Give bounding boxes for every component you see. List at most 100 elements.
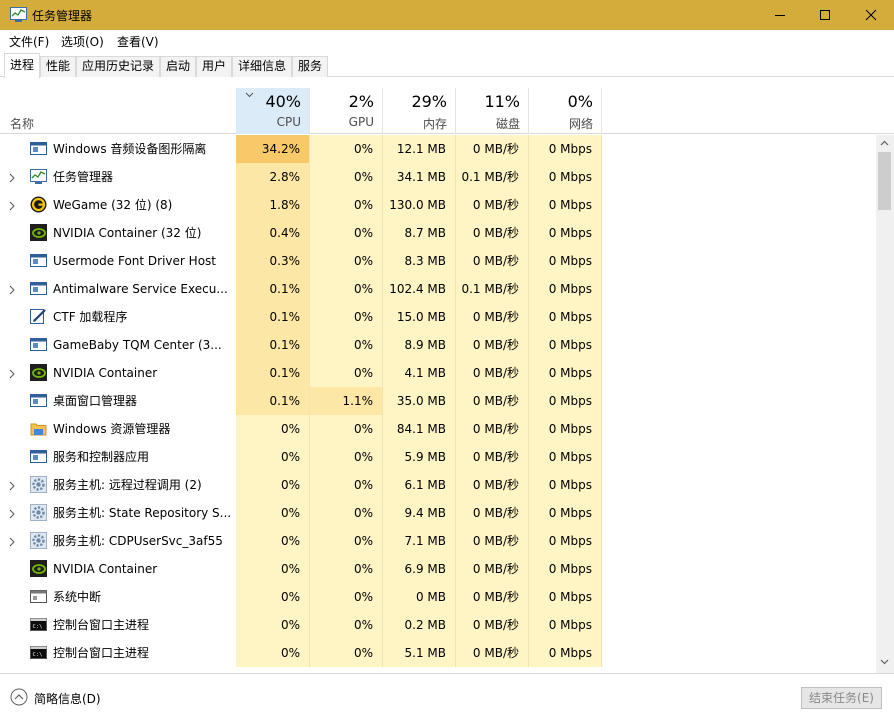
process-row[interactable]: GameBaby TQM Center (3... 0.1% 0% 8.9 MB 0 M…	[0, 331, 876, 359]
chevron-right-icon[interactable]	[9, 368, 15, 382]
maximize-button[interactable]	[802, 0, 848, 30]
column-disk[interactable]: 11% 磁盘	[456, 88, 529, 134]
scroll-up-arrow-icon[interactable]	[880, 140, 889, 146]
process-row[interactable]: 桌面窗口管理器 0.1% 1.1% 35.0 MB 0 MB/秒 0 Mbps	[0, 387, 876, 415]
process-name: CTF 加载程序	[53, 310, 128, 324]
process-row[interactable]: Windows 资源管理器 0% 0% 84.1 MB 0 MB/秒 0 Mbps	[0, 415, 876, 443]
process-name-cell[interactable]: 任务管理器	[0, 163, 236, 191]
process-name: NVIDIA Container (32 位)	[53, 226, 202, 240]
tab-app-history[interactable]: 应用历史记录	[76, 56, 160, 77]
process-name-cell[interactable]: 服务主机: 远程过程调用 (2)	[0, 471, 236, 499]
process-row[interactable]: C:\ 控制台窗口主进程 0% 0% 5.1 MB 0 MB/秒 0 Mbps	[0, 639, 876, 667]
network-cell: 0 Mbps	[529, 611, 602, 639]
process-name-cell[interactable]: 系统中断	[0, 583, 236, 611]
process-row[interactable]: NVIDIA Container 0.1% 0% 4.1 MB 0 MB/秒 0 Mbps	[0, 359, 876, 387]
chevron-right-icon[interactable]	[9, 284, 15, 298]
menu-file[interactable]: 文件(F)	[9, 33, 49, 50]
menu-options[interactable]: 选项(O)	[61, 33, 104, 50]
process-row[interactable]: NVIDIA Container 0% 0% 6.9 MB 0 MB/秒 0 Mbps	[0, 555, 876, 583]
scroll-thumb[interactable]	[878, 152, 891, 210]
column-network[interactable]: 0% 网络	[529, 88, 602, 134]
process-row[interactable]: CTF 加载程序 0.1% 0% 15.0 MB 0 MB/秒 0 Mbps	[0, 303, 876, 331]
fewer-details-link[interactable]: 简略信息(D)	[34, 690, 101, 707]
close-icon	[865, 9, 877, 21]
chevron-right-icon[interactable]	[9, 536, 15, 550]
process-name-cell[interactable]: C:\ 控制台窗口主进程	[0, 639, 236, 667]
gpu-cell: 0%	[310, 135, 383, 163]
chevron-right-icon[interactable]	[9, 172, 15, 186]
chevron-right-icon[interactable]	[9, 480, 15, 494]
process-row[interactable]: 服务和控制器应用 0% 0% 5.9 MB 0 MB/秒 0 Mbps	[0, 443, 876, 471]
process-name-cell[interactable]: Antimalware Service Execu...	[0, 275, 236, 303]
process-name-cell[interactable]: WeGame (32 位) (8)	[0, 191, 236, 219]
tab-processes[interactable]: 进程	[4, 53, 40, 78]
end-task-button[interactable]: 结束任务(E)	[801, 687, 882, 709]
footer: 简略信息(D) 结束任务(E)	[0, 673, 894, 722]
title-bar[interactable]: 任务管理器	[0, 0, 894, 30]
column-gpu[interactable]: 2% GPU	[310, 88, 383, 134]
gpu-cell: 0%	[310, 443, 383, 471]
process-name-cell[interactable]: Usermode Font Driver Host	[0, 247, 236, 275]
gpu-cell: 0%	[310, 611, 383, 639]
close-button[interactable]	[848, 0, 894, 30]
minimize-button[interactable]	[757, 0, 803, 30]
disk-cell: 0 MB/秒	[456, 415, 529, 443]
scroll-down-arrow-icon[interactable]	[880, 659, 889, 665]
column-name[interactable]: 名称	[10, 115, 34, 132]
process-name-cell[interactable]: 服务主机: CDPUserSvc_3af55	[0, 527, 236, 555]
app-window-icon	[30, 252, 47, 269]
process-row[interactable]: Usermode Font Driver Host 0.3% 0% 8.3 MB 0 M…	[0, 247, 876, 275]
gpu-cell: 0%	[310, 163, 383, 191]
network-cell: 0 Mbps	[529, 555, 602, 583]
vertical-scrollbar[interactable]	[876, 135, 894, 673]
process-name: 控制台窗口主进程	[53, 646, 150, 660]
process-row[interactable]: 服务主机: State Repository S... 0% 0% 9.4 MB 0 M…	[0, 499, 876, 527]
process-name-cell[interactable]: NVIDIA Container	[0, 359, 236, 387]
process-row[interactable]: Antimalware Service Execu... 0.1% 0% 102.4 …	[0, 275, 876, 303]
collapse-up-icon[interactable]	[10, 688, 28, 706]
process-name-cell[interactable]: NVIDIA Container	[0, 555, 236, 583]
chevron-right-icon[interactable]	[9, 508, 15, 522]
column-cpu[interactable]: 40% CPU	[236, 88, 310, 134]
network-cell: 0 Mbps	[529, 163, 602, 191]
cpu-cell: 0%	[236, 415, 310, 443]
menu-view[interactable]: 查看(V)	[117, 33, 159, 50]
process-row[interactable]: C:\ 控制台窗口主进程 0% 0% 0.2 MB 0 MB/秒 0 Mbps	[0, 611, 876, 639]
tab-startup[interactable]: 启动	[160, 56, 196, 77]
tab-performance[interactable]: 性能	[40, 56, 76, 77]
column-memory[interactable]: 29% 内存	[383, 88, 456, 134]
app-window-icon	[30, 336, 47, 353]
process-name: 服务主机: State Repository S...	[53, 506, 232, 520]
disk-cell: 0 MB/秒	[456, 359, 529, 387]
chevron-right-icon[interactable]	[9, 200, 15, 214]
process-row[interactable]: NVIDIA Container (32 位) 0.4% 0% 8.7 MB 0 MB/…	[0, 219, 876, 247]
process-row[interactable]: 服务主机: 远程过程调用 (2) 0% 0% 6.1 MB 0 MB/秒 0 Mbps	[0, 471, 876, 499]
process-name: 服务主机: 远程过程调用 (2)	[53, 478, 202, 492]
cpu-cell: 1.8%	[236, 191, 310, 219]
memory-cell: 4.1 MB	[383, 359, 456, 387]
tab-services[interactable]: 服务	[292, 56, 328, 77]
process-name-cell[interactable]: Windows 音频设备图形隔离	[0, 135, 236, 163]
process-row[interactable]: 系统中断 0% 0% 0 MB 0 MB/秒 0 Mbps	[0, 583, 876, 611]
disk-cell: 0 MB/秒	[456, 639, 529, 667]
process-name-cell[interactable]: 桌面窗口管理器	[0, 387, 236, 415]
gpu-cell: 0%	[310, 527, 383, 555]
process-name-cell[interactable]: 服务主机: State Repository S...	[0, 499, 236, 527]
gpu-cell: 0%	[310, 247, 383, 275]
process-name-cell[interactable]: Windows 资源管理器	[0, 415, 236, 443]
process-row[interactable]: 服务主机: CDPUserSvc_3af55 0% 0% 7.1 MB 0 MB/秒 0 …	[0, 527, 876, 555]
tab-users[interactable]: 用户	[196, 56, 232, 77]
process-name-cell[interactable]: C:\ 控制台窗口主进程	[0, 611, 236, 639]
app-window-icon	[30, 448, 47, 465]
console-icon: C:\	[30, 644, 47, 661]
process-row[interactable]: WeGame (32 位) (8) 1.8% 0% 130.0 MB 0 MB/秒 0 M…	[0, 191, 876, 219]
process-name-cell[interactable]: CTF 加载程序	[0, 303, 236, 331]
process-row[interactable]: 任务管理器 2.8% 0% 34.1 MB 0.1 MB/秒 0 Mbps	[0, 163, 876, 191]
process-name-cell[interactable]: 服务和控制器应用	[0, 443, 236, 471]
memory-cell: 34.1 MB	[383, 163, 456, 191]
memory-cell: 6.9 MB	[383, 555, 456, 583]
process-name-cell[interactable]: NVIDIA Container (32 位)	[0, 219, 236, 247]
process-row[interactable]: Windows 音频设备图形隔离 34.2% 0% 12.1 MB 0 MB/秒 0 Mb…	[0, 135, 876, 163]
tab-details[interactable]: 详细信息	[232, 56, 292, 77]
process-name-cell[interactable]: GameBaby TQM Center (3...	[0, 331, 236, 359]
